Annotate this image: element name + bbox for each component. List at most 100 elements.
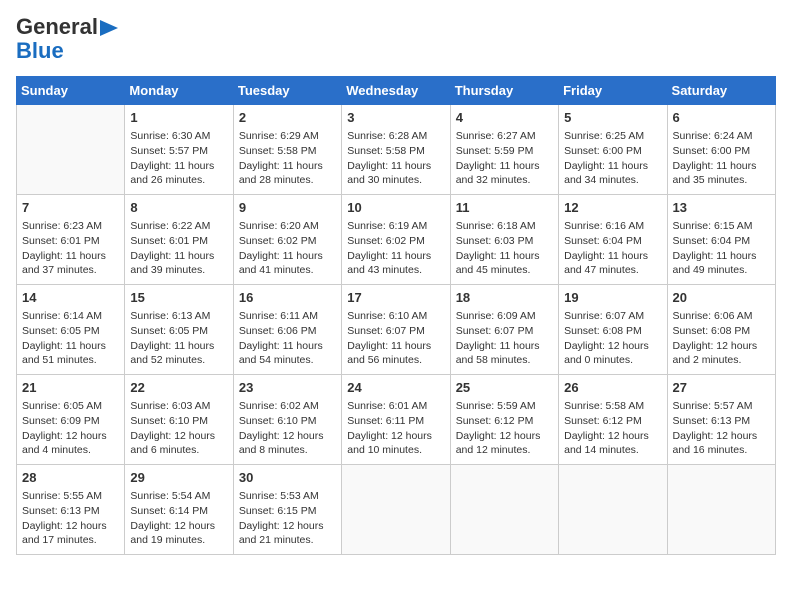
cell-text: Sunset: 5:59 PM <box>456 144 553 159</box>
cell-text: Sunset: 6:13 PM <box>673 414 770 429</box>
cell-text: Daylight: 12 hours <box>130 429 227 444</box>
cell-text: Sunrise: 6:07 AM <box>564 309 661 324</box>
day-number: 24 <box>347 379 444 397</box>
cell-text: Sunset: 6:13 PM <box>22 504 119 519</box>
cell-text: Sunrise: 6:24 AM <box>673 129 770 144</box>
calendar-cell: 27 Sunrise: 5:57 AMSunset: 6:13 PMDayligh… <box>667 375 775 465</box>
cell-text: Daylight: 12 hours <box>673 429 770 444</box>
cell-text: Daylight: 11 hours <box>673 159 770 174</box>
cell-text: Sunset: 6:11 PM <box>347 414 444 429</box>
calendar-cell <box>667 465 775 555</box>
cell-text: Sunrise: 5:53 AM <box>239 489 336 504</box>
cell-text: and 6 minutes. <box>130 443 227 458</box>
cell-text: Sunrise: 6:14 AM <box>22 309 119 324</box>
calendar-cell: 5Sunrise: 6:25 AMSunset: 6:00 PMDaylight… <box>559 105 667 195</box>
calendar-cell <box>559 465 667 555</box>
cell-text: Sunset: 6:05 PM <box>22 324 119 339</box>
calendar-cell: 26Sunrise: 5:58 AMSunset: 6:12 PMDayligh… <box>559 375 667 465</box>
cell-text: and 39 minutes. <box>130 263 227 278</box>
cell-text: Daylight: 12 hours <box>347 429 444 444</box>
calendar-table: SundayMondayTuesdayWednesdayThursdayFrid… <box>16 76 776 555</box>
cell-text: Daylight: 12 hours <box>239 429 336 444</box>
weekday-header: Monday <box>125 77 233 105</box>
cell-text: Sunrise: 6:01 AM <box>347 399 444 414</box>
day-number: 23 <box>239 379 336 397</box>
cell-text: and 45 minutes. <box>456 263 553 278</box>
cell-text: Daylight: 12 hours <box>130 519 227 534</box>
cell-text: and 21 minutes. <box>239 533 336 548</box>
calendar-cell: 7Sunrise: 6:23 AMSunset: 6:01 PMDaylight… <box>17 195 125 285</box>
cell-text: Sunset: 5:58 PM <box>239 144 336 159</box>
cell-text: Sunset: 6:00 PM <box>673 144 770 159</box>
cell-text: and 54 minutes. <box>239 353 336 368</box>
cell-text: and 0 minutes. <box>564 353 661 368</box>
cell-text: Sunset: 6:08 PM <box>564 324 661 339</box>
cell-text: Sunset: 6:07 PM <box>347 324 444 339</box>
cell-text: and 41 minutes. <box>239 263 336 278</box>
cell-text: Sunset: 6:01 PM <box>130 234 227 249</box>
cell-text: Daylight: 12 hours <box>673 339 770 354</box>
cell-text: and 16 minutes. <box>673 443 770 458</box>
cell-text: Sunset: 6:15 PM <box>239 504 336 519</box>
cell-text: Sunrise: 6:23 AM <box>22 219 119 234</box>
cell-text: Sunset: 6:12 PM <box>564 414 661 429</box>
cell-text: Sunrise: 6:29 AM <box>239 129 336 144</box>
day-number: 29 <box>130 469 227 487</box>
cell-text: Sunrise: 6:19 AM <box>347 219 444 234</box>
cell-text: Daylight: 11 hours <box>239 159 336 174</box>
logo-blue: Blue <box>16 38 64 64</box>
cell-text: Daylight: 11 hours <box>239 249 336 264</box>
cell-text: Daylight: 11 hours <box>130 159 227 174</box>
cell-text: Sunset: 6:05 PM <box>130 324 227 339</box>
calendar-cell: 10Sunrise: 6:19 AMSunset: 6:02 PMDayligh… <box>342 195 450 285</box>
cell-text: Sunset: 6:04 PM <box>673 234 770 249</box>
calendar-cell: 2Sunrise: 6:29 AMSunset: 5:58 PMDaylight… <box>233 105 341 195</box>
calendar-cell: 24 Sunrise: 6:01 AMSunset: 6:11 PMDayligh… <box>342 375 450 465</box>
day-number: 20 <box>673 289 770 307</box>
cell-text: Daylight: 11 hours <box>347 249 444 264</box>
page-header: General Blue <box>16 16 776 64</box>
calendar-cell <box>17 105 125 195</box>
cell-text: Sunrise: 5:55 AM <box>22 489 119 504</box>
cell-text: Daylight: 11 hours <box>456 159 553 174</box>
cell-text: Daylight: 12 hours <box>22 429 119 444</box>
cell-text: Sunrise: 6:02 AM <box>239 399 336 414</box>
cell-text: Sunrise: 6:22 AM <box>130 219 227 234</box>
calendar-cell: 19Sunrise: 6:07 AMSunset: 6:08 PMDayligh… <box>559 285 667 375</box>
cell-text: Daylight: 11 hours <box>130 249 227 264</box>
cell-text: Sunset: 6:04 PM <box>564 234 661 249</box>
cell-text: Sunset: 6:02 PM <box>239 234 336 249</box>
cell-text: Sunrise: 6:11 AM <box>239 309 336 324</box>
calendar-cell: 25Sunrise: 5:59 AMSunset: 6:12 PMDayligh… <box>450 375 558 465</box>
cell-text: Sunset: 6:07 PM <box>456 324 553 339</box>
cell-text: and 32 minutes. <box>456 173 553 188</box>
calendar-week-row: 28Sunrise: 5:55 AMSunset: 6:13 PMDayligh… <box>17 465 776 555</box>
cell-text: Daylight: 12 hours <box>564 429 661 444</box>
calendar-cell: 14Sunrise: 6:14 AMSunset: 6:05 PMDayligh… <box>17 285 125 375</box>
day-number: 3 <box>347 109 444 127</box>
cell-text: Daylight: 12 hours <box>239 519 336 534</box>
cell-text: Sunset: 6:10 PM <box>239 414 336 429</box>
calendar-cell: 9Sunrise: 6:20 AMSunset: 6:02 PMDaylight… <box>233 195 341 285</box>
cell-text: Daylight: 11 hours <box>22 339 119 354</box>
cell-text: and 47 minutes. <box>564 263 661 278</box>
cell-text: and 49 minutes. <box>673 263 770 278</box>
day-number: 30 <box>239 469 336 487</box>
calendar-cell: 18Sunrise: 6:09 AMSunset: 6:07 PMDayligh… <box>450 285 558 375</box>
cell-text: and 58 minutes. <box>456 353 553 368</box>
day-number: 13 <box>673 199 770 217</box>
cell-text: Daylight: 11 hours <box>456 339 553 354</box>
cell-text: Sunrise: 5:59 AM <box>456 399 553 414</box>
cell-text: Sunrise: 5:57 AM <box>673 399 770 414</box>
day-number: 27 <box>673 379 770 397</box>
day-number: 12 <box>564 199 661 217</box>
day-number: 9 <box>239 199 336 217</box>
cell-text: Daylight: 12 hours <box>22 519 119 534</box>
calendar-cell: 13Sunrise: 6:15 AMSunset: 6:04 PMDayligh… <box>667 195 775 285</box>
calendar-cell: 15Sunrise: 6:13 AMSunset: 6:05 PMDayligh… <box>125 285 233 375</box>
calendar-week-row: 1Sunrise: 6:30 AMSunset: 5:57 PMDaylight… <box>17 105 776 195</box>
calendar-cell: 12Sunrise: 6:16 AMSunset: 6:04 PMDayligh… <box>559 195 667 285</box>
cell-text: Daylight: 11 hours <box>239 339 336 354</box>
cell-text: and 26 minutes. <box>130 173 227 188</box>
cell-text: Sunset: 6:06 PM <box>239 324 336 339</box>
